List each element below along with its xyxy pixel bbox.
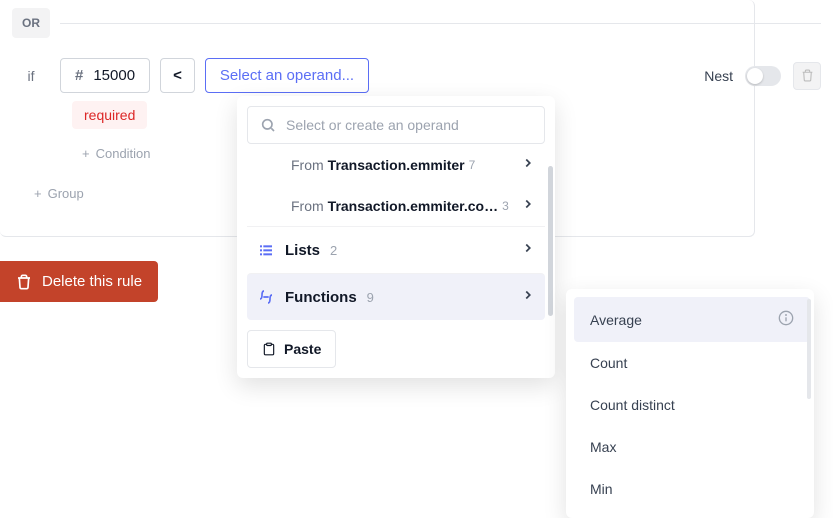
chevron-right-icon [521,241,535,259]
chevron-right-icon [521,197,535,214]
info-icon[interactable] [778,310,794,329]
paste-button[interactable]: Paste [247,330,336,368]
scrollbar[interactable] [807,299,811,399]
delete-condition-button[interactable] [793,62,821,90]
paste-label: Paste [284,341,321,357]
scrollbar[interactable] [548,156,553,326]
operand-dropdown: From Transaction.emmiter 7 From Transact… [237,96,555,378]
from-path: Transaction.emmiter.co… [328,198,498,214]
chevron-right-icon [521,156,535,173]
from-path: Transaction.emmiter [328,157,465,173]
search-input[interactable] [286,117,532,133]
function-icon [257,288,275,306]
scrollbar-thumb[interactable] [548,166,553,316]
list-icon [257,241,275,259]
trash-icon [16,274,32,290]
functions-submenu: Average Count Count distinct Max Min [566,289,814,518]
function-min[interactable]: Min [574,468,810,510]
delete-rule-label: Delete this rule [42,273,142,290]
function-count-distinct[interactable]: Count distinct [574,384,810,426]
function-label: Average [590,312,642,328]
trash-icon [801,69,814,82]
from-count: 3 [502,199,509,213]
clipboard-icon [262,342,276,356]
function-max[interactable]: Max [574,426,810,468]
functions-count: 9 [367,290,374,305]
from-prefix: From [291,198,324,214]
function-label: Count [590,355,627,371]
toggle-knob [747,68,763,84]
function-label: Min [590,481,613,497]
chevron-right-icon [521,288,535,306]
lists-label: Lists [285,242,320,259]
function-label: Count distinct [590,397,675,413]
function-average[interactable]: Average [574,297,810,342]
lists-count: 2 [330,243,337,258]
from-prefix: From [291,157,324,173]
delete-rule-button[interactable]: Delete this rule [0,261,158,302]
search-icon [260,117,276,133]
from-transaction-emmiter-co[interactable]: From Transaction.emmiter.co… 3 [247,185,545,226]
functions-category[interactable]: Functions 9 [247,273,545,320]
from-count: 7 [469,158,476,172]
function-label: Max [590,439,616,455]
lists-category[interactable]: Lists 2 [247,226,545,273]
search-box[interactable] [247,106,545,144]
from-transaction-emmiter[interactable]: From Transaction.emmiter 7 [247,144,545,185]
functions-label: Functions [285,289,357,306]
nest-toggle[interactable] [745,66,781,86]
function-count[interactable]: Count [574,342,810,384]
